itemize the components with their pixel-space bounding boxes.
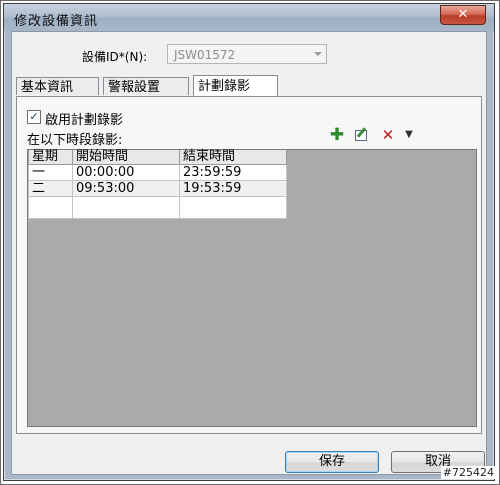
title-bar[interactable]: 修改設備資訊 ✕ xyxy=(4,4,494,31)
start-time-cell[interactable]: 09:53:00 xyxy=(72,180,180,197)
device-id-label: 設備ID*(N): xyxy=(82,50,148,64)
dialog-window: 修改設備資訊 ✕ 設備ID*(N): JSW01572 基本資訊 警報設置 計劃… xyxy=(3,3,495,481)
screenshot-frame: 修改設備資訊 ✕ 設備ID*(N): JSW01572 基本資訊 警報設置 計劃… xyxy=(0,0,500,485)
edit-icon[interactable] xyxy=(354,127,370,143)
weekday-cell[interactable]: 一 xyxy=(28,164,73,181)
schedule-table: 星期 開始時間 結束時間 一 00:00:00 23:59:59 二 09:53… xyxy=(28,150,287,219)
end-time-cell[interactable]: 19:53:59 xyxy=(179,180,287,197)
dialog-body: 設備ID*(N): JSW01572 基本資訊 警報設置 計劃錄影 ✓ 啟用計劃… xyxy=(11,31,487,475)
window-title: 修改設備資訊 xyxy=(14,14,99,29)
device-id-value: JSW01572 xyxy=(174,48,236,62)
start-time-cell[interactable]: 00:00:00 xyxy=(72,164,180,181)
tab-label: 警報設置 xyxy=(108,80,161,95)
table-new-row[interactable] xyxy=(28,196,287,219)
save-label: 保存 xyxy=(318,454,345,469)
column-header-start-time[interactable]: 開始時間 xyxy=(72,150,180,165)
empty-cell[interactable] xyxy=(179,196,287,219)
empty-cell[interactable] xyxy=(72,196,180,219)
save-button[interactable]: 保存 xyxy=(285,451,379,473)
enable-schedule-checkbox[interactable]: ✓ xyxy=(27,110,41,124)
tab-label: 基本資訊 xyxy=(21,80,74,95)
scheduled-recording-panel: ✓ 啟用計劃錄影 在以下時段錄影: ✚ ✕ ▼ 星期 開始時間 結束時間 一 0… xyxy=(16,96,482,434)
add-icon[interactable]: ✚ xyxy=(329,127,345,144)
device-id-combobox[interactable]: JSW01572 xyxy=(167,44,327,64)
table-header-row: 星期 開始時間 結束時間 xyxy=(28,150,287,165)
close-icon: ✕ xyxy=(457,7,469,22)
weekday-cell[interactable]: 二 xyxy=(28,180,73,197)
enable-schedule-label: 啟用計劃錄影 xyxy=(45,113,124,128)
column-header-end-time[interactable]: 結束時間 xyxy=(179,150,287,165)
empty-cell[interactable] xyxy=(28,196,73,219)
schedule-grid: 星期 開始時間 結束時間 一 00:00:00 23:59:59 二 09:53… xyxy=(27,149,477,427)
chevron-down-icon[interactable]: ▼ xyxy=(401,127,417,143)
close-button[interactable]: ✕ xyxy=(440,5,486,25)
table-row[interactable]: 一 00:00:00 23:59:59 xyxy=(28,164,287,181)
record-periods-label: 在以下時段錄影: xyxy=(27,133,123,148)
tab-basic-info[interactable]: 基本資訊 xyxy=(16,77,99,95)
tab-alarm-settings[interactable]: 警報設置 xyxy=(103,77,189,95)
table-row[interactable]: 二 09:53:00 19:53:59 xyxy=(28,180,287,197)
image-id-watermark: #725424 xyxy=(440,466,496,479)
column-header-weekday[interactable]: 星期 xyxy=(28,150,73,165)
tab-label: 計劃錄影 xyxy=(198,79,251,94)
chevron-down-icon xyxy=(314,52,322,56)
delete-icon[interactable]: ✕ xyxy=(380,127,396,143)
tab-scheduled-recording[interactable]: 計劃錄影 xyxy=(193,75,278,96)
end-time-cell[interactable]: 23:59:59 xyxy=(179,164,287,181)
